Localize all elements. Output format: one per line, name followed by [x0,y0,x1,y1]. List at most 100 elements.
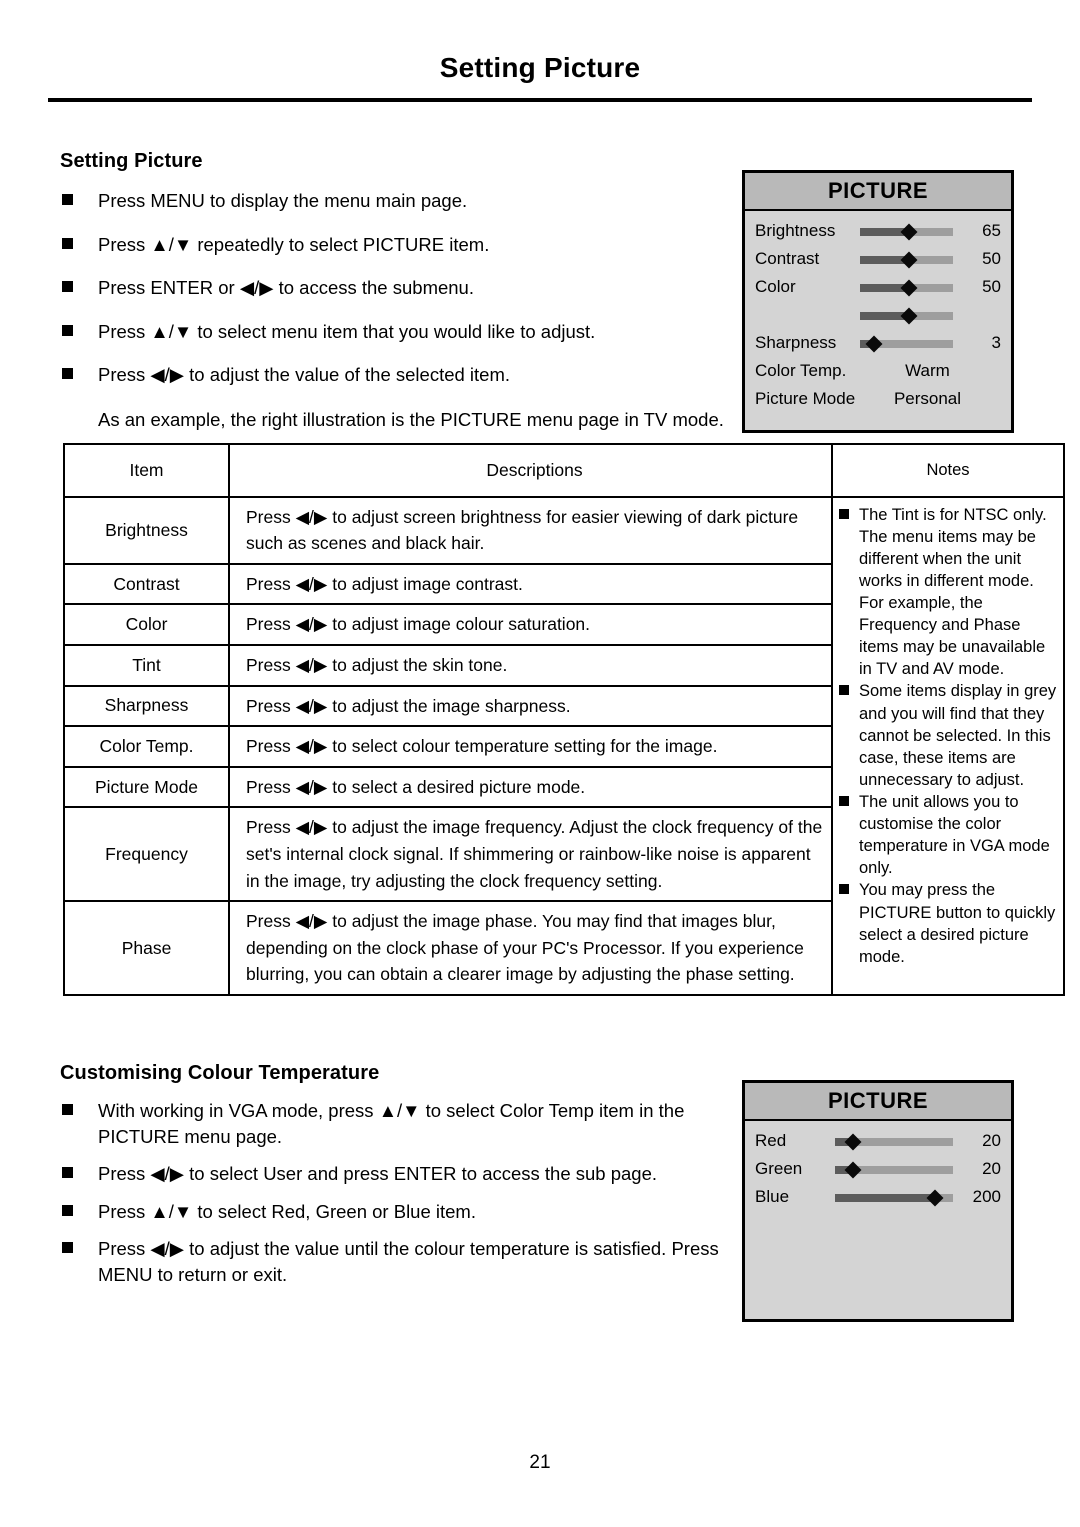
list-item-label: Press ▲/▼ to select menu item that you w… [98,320,596,342]
table-header-row: Item Descriptions Notes [63,443,1065,498]
sharpness-slider[interactable] [860,335,953,352]
osd-row-brightness[interactable]: Brightness 65 [755,217,1001,245]
square-bullet-icon [62,1242,73,1254]
osd-label: Color Temp. [755,361,847,380]
slider-thumb-icon[interactable] [900,307,918,324]
osd-row-green[interactable]: Green 20 [755,1155,1001,1183]
square-bullet-icon [839,685,849,696]
list-item: Press ◀/▶ to adjust the value until the … [62,1236,752,1287]
list-item: Press ◀/▶ to select User and press ENTER… [62,1161,752,1187]
list-item: Press ▲/▼ to select menu item that you w… [62,319,742,345]
square-bullet-icon [62,1104,73,1115]
osd-value: Warm [905,361,950,380]
row-description: Press ◀/▶ to adjust screen brightness fo… [228,495,833,565]
list-item: With working in VGA mode, press ▲/▼ to s… [62,1098,752,1149]
osd-row-color[interactable]: Color 50 [755,273,1001,301]
list-item-label: Press ▲/▼ repeatedly to select PICTURE i… [98,233,490,255]
osd-value: Personal [893,389,962,408]
osd-label: Contrast [755,249,820,268]
osd-label: Sharpness [755,333,837,352]
blue-slider[interactable] [835,1189,953,1206]
square-bullet-icon [62,194,73,205]
square-bullet-icon [839,884,849,895]
list-item-label: Press ENTER or ◀/▶ to access the submenu… [98,277,474,299]
row-description: Press ◀/▶ to adjust the image frequency.… [228,806,833,903]
list-item: Press ▲/▼ to select Red, Green or Blue i… [62,1199,752,1225]
note-item: You may press the PICTURE button to quic… [839,879,1057,967]
row-item-sharpness: Sharpness [63,684,230,728]
osd-row-red[interactable]: Red 20 [755,1127,1001,1155]
tint-slider[interactable] [860,307,953,324]
osd-label: Color [755,277,796,296]
color-slider[interactable] [860,279,953,296]
page-running-header: Setting Picture [439,52,641,83]
square-bullet-icon [62,1167,73,1179]
row-item-color: Color [63,603,230,646]
slider-thumb-icon[interactable] [844,1133,862,1150]
page-number: 21 [529,1452,551,1473]
section-title-setting-picture: Setting Picture [60,150,203,172]
osd-value: 50 [982,249,1001,268]
list-item: Press ENTER or ◀/▶ to access the submenu… [62,275,742,301]
slider-thumb-icon[interactable] [900,251,918,268]
osd-row-picture-mode[interactable]: Picture Mode Personal [755,385,1001,413]
osd-value: 20 [982,1131,1001,1150]
column-header-item: Item [63,443,230,498]
slider-thumb-icon[interactable] [865,335,883,352]
list-item-label: With working in VGA mode, press ▲/▼ to s… [98,1100,685,1147]
brightness-slider[interactable] [860,223,953,240]
table-row: Brightness Press ◀/▶ to adjust screen br… [63,495,1065,996]
row-item-phase: Phase [63,900,230,996]
row-description: Press ◀/▶ to adjust image colour saturat… [228,603,833,646]
slider-fill [835,1193,936,1202]
note-text: Some items display in grey and you will … [859,682,1057,789]
row-description: Press ◀/▶ to adjust image contrast. [228,562,833,606]
column-header-notes: Notes [831,443,1065,498]
list-item-label: Press MENU to display the menu main page… [98,190,468,211]
osd-value: 65 [982,221,1001,240]
osd-value: 3 [991,333,1001,352]
row-description: Press ◀/▶ to select a desired picture mo… [228,765,833,809]
osd-title: PICTURE [745,173,1011,211]
square-bullet-icon [62,1204,73,1216]
osd-label: Picture Mode [755,389,856,408]
red-slider[interactable] [835,1133,953,1150]
square-bullet-icon [839,796,849,807]
osd-label: Red [755,1131,787,1150]
note-text: You may press the PICTURE button to quic… [859,881,1056,966]
note-item: The Tint is for NTSC only. [839,504,1057,526]
picture-settings-table: Item Descriptions Notes Brightness Press… [63,443,1065,996]
osd-picture-menu-rgb: PICTURE Red 20 Green 20 Blue 200 [742,1080,1014,1322]
list-item: Press ◀/▶ to adjust the value of the sel… [62,362,742,388]
contrast-slider[interactable] [860,251,953,268]
osd-body: Red 20 Green 20 Blue 200 [745,1121,1011,1211]
slider-thumb-icon[interactable] [926,1189,944,1206]
list-item-label: Press ◀/▶ to adjust the value until the … [98,1238,719,1285]
osd-row-color-temp[interactable]: Color Temp. Warm [755,357,1001,385]
osd-picture-menu-tv: PICTURE Brightness 65 Contrast 50 Color [742,170,1014,433]
green-slider[interactable] [835,1161,953,1178]
slider-thumb-icon[interactable] [900,223,918,240]
osd-label: Green [755,1159,803,1178]
osd-row-sharpness[interactable]: Sharpness 3 [755,329,1001,357]
osd-title: PICTURE [745,1083,1011,1121]
row-description: Press ◀/▶ to adjust the skin tone. [228,643,833,687]
osd-row-tint-unlabeled[interactable] [755,301,1001,329]
customising-steps: With working in VGA mode, press ▲/▼ to s… [62,1098,752,1299]
row-description: Press ◀/▶ to adjust the image phase. You… [228,900,833,996]
osd-row-contrast[interactable]: Contrast 50 [755,245,1001,273]
note-item: The unit allows you to customise the col… [839,791,1057,879]
note-text: The Tint is for NTSC only. [859,505,1047,524]
osd-label: Blue [755,1187,790,1206]
header-divider [48,98,1032,102]
list-item: Press MENU to display the menu main page… [62,188,742,214]
row-item-contrast: Contrast [63,562,230,606]
notes-cell: The Tint is for NTSC only. The menu item… [831,495,1065,996]
note-item: Some items display in grey and you will … [839,680,1057,791]
slider-thumb-icon[interactable] [900,279,918,296]
section-title-customising-colour-temperature: Customising Colour Temperature [60,1062,380,1084]
slider-thumb-icon[interactable] [844,1161,862,1178]
osd-row-blue[interactable]: Blue 200 [755,1183,1001,1211]
row-item-tint: Tint [63,643,230,687]
setting-picture-steps: Press MENU to display the menu main page… [62,188,742,444]
